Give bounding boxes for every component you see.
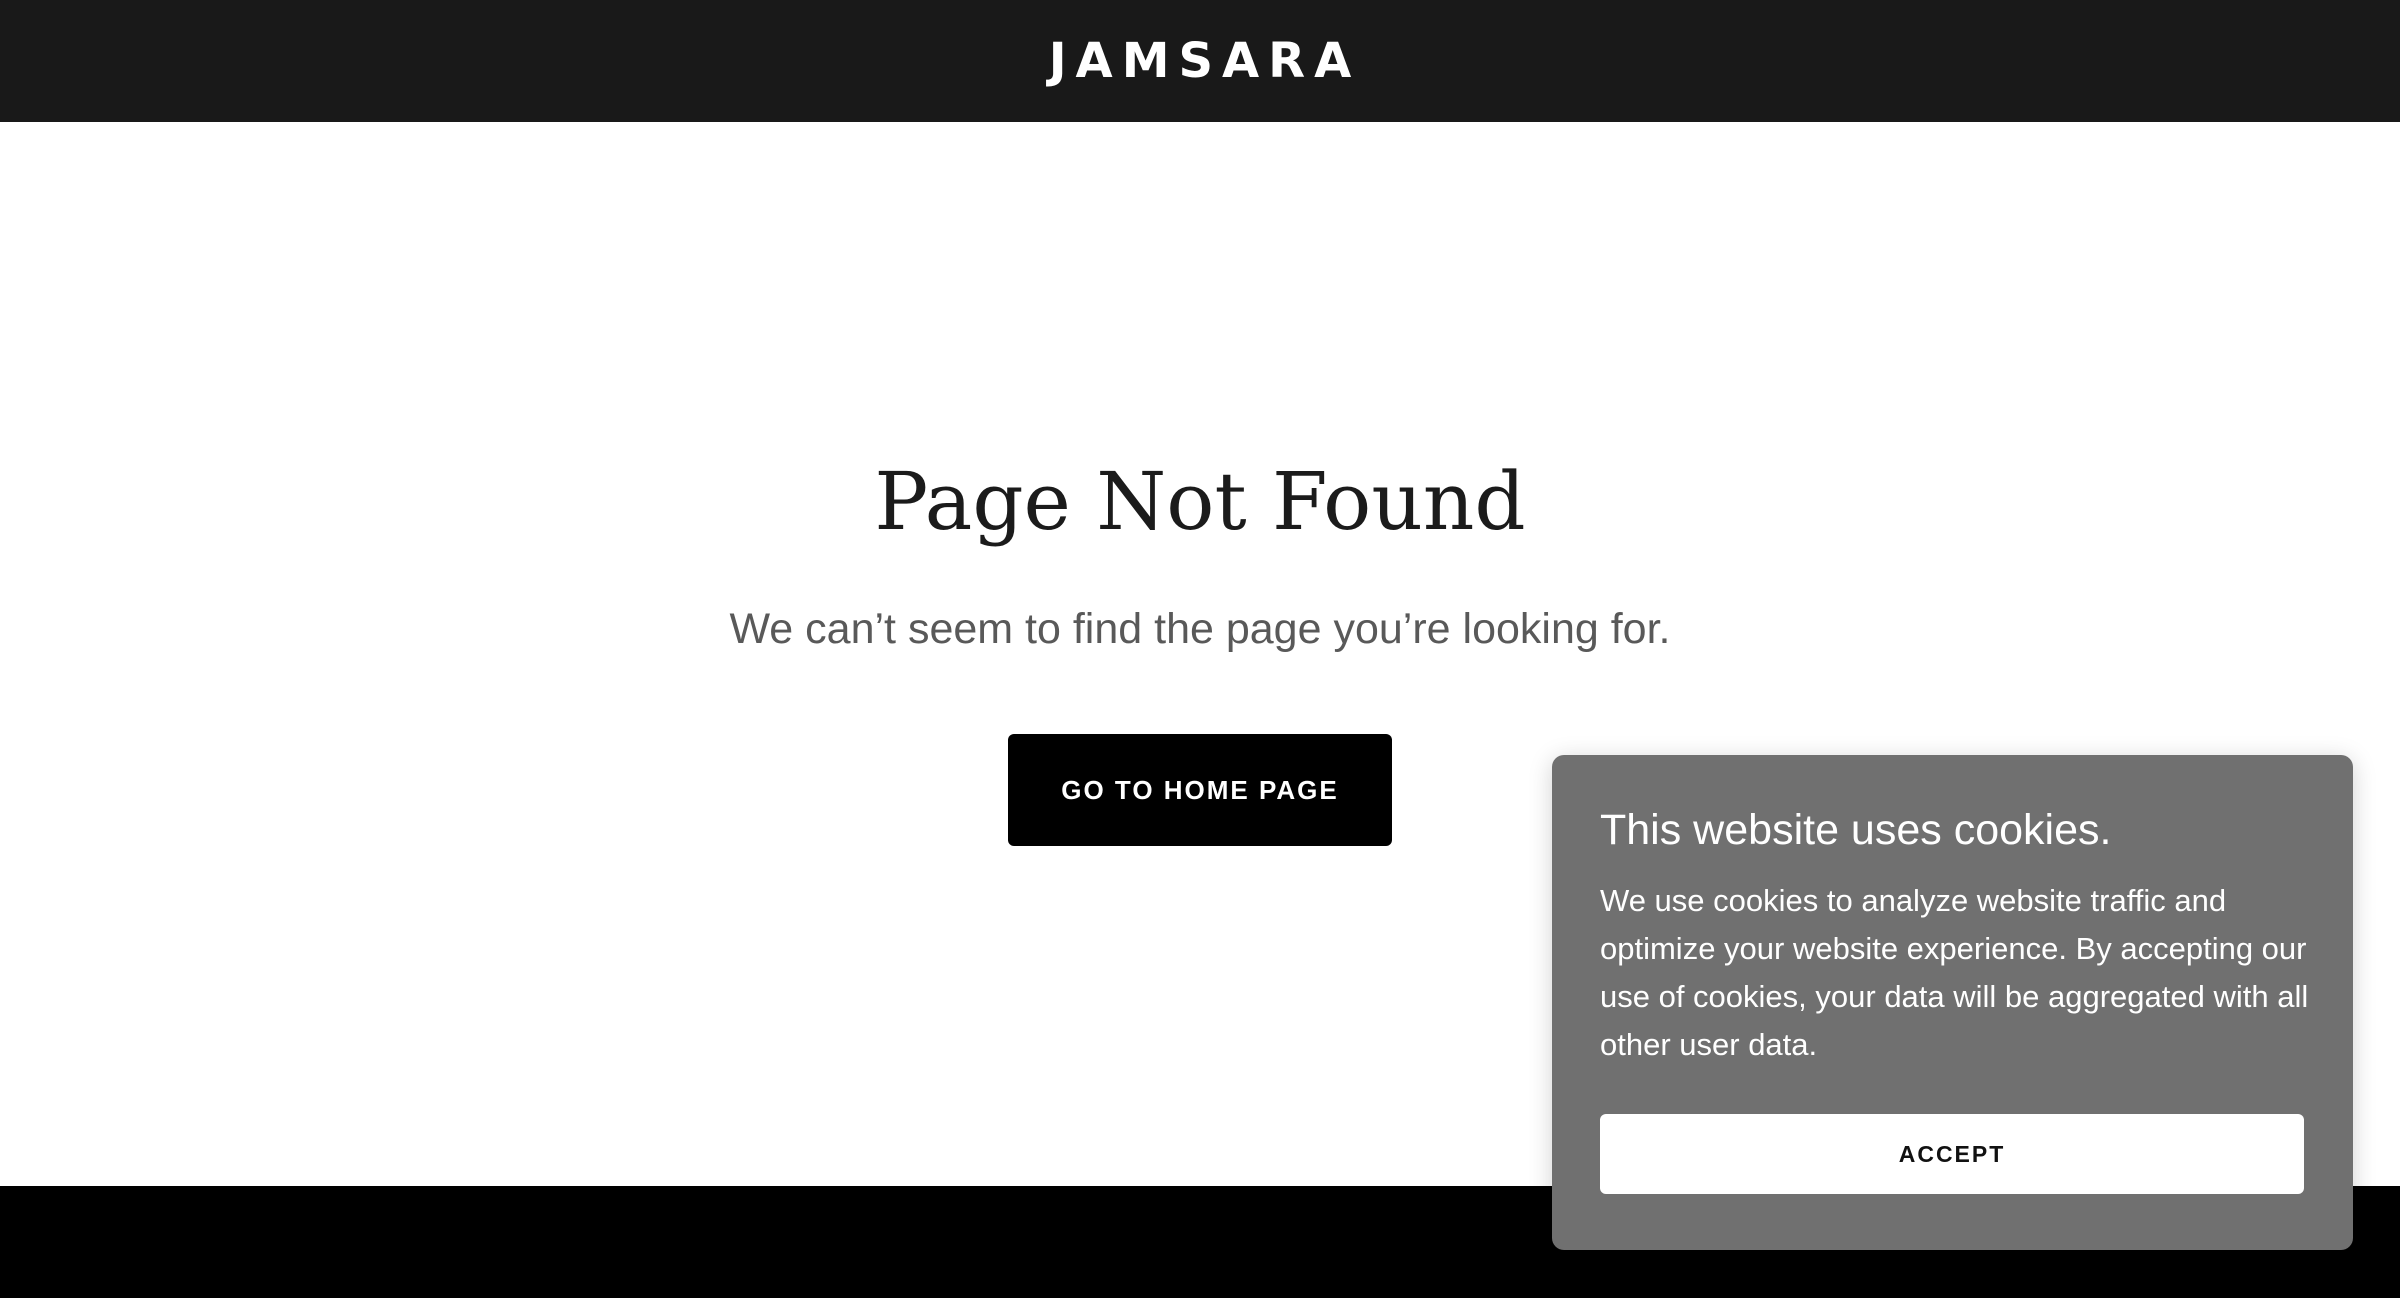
- site-logo[interactable]: JAMSARA: [1040, 37, 1361, 85]
- cookie-banner-title: This website uses cookies.: [1600, 806, 2112, 854]
- cookie-banner: This website uses cookies. We use cookie…: [1552, 755, 2353, 1250]
- cookie-banner-text: We use cookies to analyze website traffi…: [1600, 883, 2309, 1062]
- accept-cookies-button[interactable]: ACCEPT: [1600, 1114, 2304, 1194]
- page-subtitle: We can’t seem to find the page you’re lo…: [729, 605, 1671, 653]
- page-title: Page Not Found: [874, 455, 1526, 548]
- go-to-home-page-button[interactable]: GO TO HOME PAGE: [1008, 734, 1392, 846]
- site-header: JAMSARA: [0, 0, 2400, 122]
